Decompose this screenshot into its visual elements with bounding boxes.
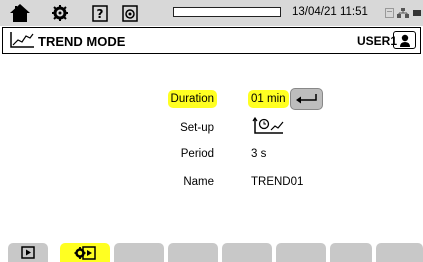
home-icon[interactable] bbox=[8, 0, 32, 26]
period-value[interactable]: 3 s bbox=[251, 148, 266, 160]
tab-empty-5[interactable] bbox=[222, 243, 272, 262]
setup-label: Set-up bbox=[180, 122, 214, 134]
memory-icon bbox=[384, 0, 394, 26]
battery-icon bbox=[412, 0, 422, 26]
play-icon bbox=[21, 246, 35, 259]
trend-setup-icon bbox=[252, 116, 284, 134]
user-icon bbox=[399, 34, 410, 47]
tab-empty-7[interactable] bbox=[330, 243, 372, 262]
tab-empty-4[interactable] bbox=[168, 243, 218, 262]
settings-icon[interactable] bbox=[48, 0, 72, 26]
name-value[interactable]: TREND01 bbox=[251, 176, 303, 188]
user-button[interactable] bbox=[393, 31, 416, 49]
enter-icon bbox=[295, 94, 317, 104]
setup-button[interactable] bbox=[251, 116, 287, 138]
name-label: Name bbox=[183, 176, 214, 188]
enter-button[interactable] bbox=[290, 88, 323, 110]
tab-trend-config[interactable] bbox=[60, 243, 110, 262]
tab-play[interactable] bbox=[8, 243, 48, 262]
datetime: 13/04/21 11:51 bbox=[292, 6, 368, 18]
snapshot-icon[interactable] bbox=[118, 0, 142, 26]
network-icon bbox=[397, 0, 409, 26]
trend-icon bbox=[9, 31, 35, 54]
user-name: USER1 bbox=[357, 34, 398, 48]
tab-empty-6[interactable] bbox=[276, 243, 326, 262]
duration-field[interactable]: 01 min bbox=[248, 90, 289, 108]
status-bar: ? 13/04/21 11:51 bbox=[0, 0, 423, 26]
period-label: Period bbox=[180, 148, 214, 160]
duration-label: Duration bbox=[107, 90, 217, 108]
memory-progress-bar bbox=[173, 7, 281, 17]
svg-text:?: ? bbox=[97, 7, 104, 21]
tab-empty-3[interactable] bbox=[114, 243, 164, 262]
page-title: TREND MODE bbox=[38, 34, 126, 49]
title-bar: TREND MODE USER1 bbox=[2, 27, 421, 54]
tab-empty-8[interactable] bbox=[376, 243, 423, 262]
trend-config-icon bbox=[74, 245, 96, 260]
help-icon[interactable]: ? bbox=[88, 0, 112, 26]
